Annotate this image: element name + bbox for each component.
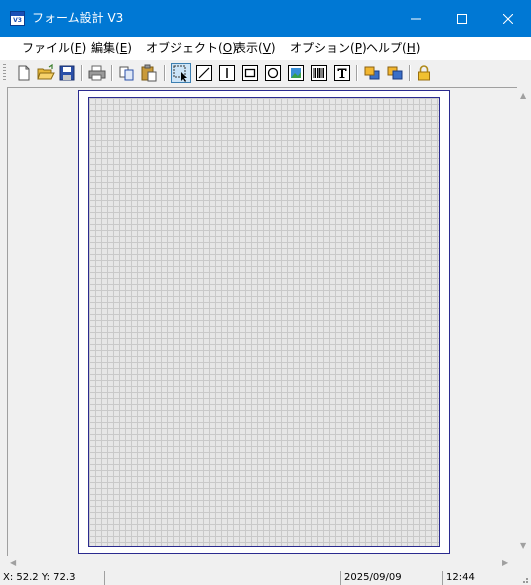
rectangle-tool-icon xyxy=(242,65,258,81)
text-tool-icon xyxy=(334,65,350,81)
print-icon xyxy=(88,65,106,81)
scroll-right-icon[interactable]: ▶ xyxy=(502,558,508,568)
line-tool-button[interactable] xyxy=(195,64,213,82)
status-date: 2025/09/09 xyxy=(340,571,440,585)
status-message-pane xyxy=(104,571,340,585)
paste-button[interactable] xyxy=(140,64,158,82)
bring-to-front-icon xyxy=(364,66,380,80)
lock-icon xyxy=(418,65,430,81)
menu-file[interactable]: ファイル(F) xyxy=(22,41,86,56)
cursor-coordinates: X: 52.2 Y: 72.3 xyxy=(3,572,76,583)
scroll-up-icon[interactable]: ▲ xyxy=(520,91,526,101)
text-tool-button[interactable] xyxy=(333,64,351,82)
toolbar-separator xyxy=(81,65,83,81)
menu-view[interactable]: 表示(V) xyxy=(234,41,276,56)
ellipse-tool-button[interactable] xyxy=(264,64,282,82)
menu-options[interactable]: オプション(P) xyxy=(290,41,367,56)
menu-help[interactable]: ヘルプ(H) xyxy=(366,41,420,56)
maximize-icon xyxy=(457,14,467,24)
form-grid[interactable] xyxy=(88,97,440,547)
scroll-down-icon[interactable]: ▼ xyxy=(520,541,526,551)
close-button[interactable] xyxy=(485,0,531,37)
toolbar-separator xyxy=(409,65,411,81)
save-button[interactable] xyxy=(58,64,76,82)
save-disk-icon xyxy=(59,65,75,81)
open-folder-icon xyxy=(37,64,55,80)
menu-object[interactable]: オブジェクト(O) xyxy=(146,41,237,56)
horizontal-scrollbar[interactable]: ◀ ▶ xyxy=(7,556,517,570)
new-file-button[interactable] xyxy=(15,64,33,82)
design-canvas-area[interactable] xyxy=(7,87,517,556)
toolbar xyxy=(0,60,531,86)
form-page[interactable] xyxy=(78,90,450,554)
toolbar-separator xyxy=(164,65,166,81)
copy-icon xyxy=(119,66,134,81)
status-bar: X: 52.2 Y: 72.3 2025/09/09 12:44 xyxy=(0,570,531,585)
app-icon-label: V3 xyxy=(13,17,22,24)
minimize-button[interactable] xyxy=(393,0,439,37)
menu-edit[interactable]: 編集(E) xyxy=(91,41,132,56)
toolbar-separator xyxy=(111,65,113,81)
minimize-icon xyxy=(411,18,421,20)
vertical-line-tool-icon xyxy=(219,65,235,81)
line-tool-icon xyxy=(196,65,212,81)
status-time: 12:44 xyxy=(442,571,512,585)
select-pointer-icon xyxy=(173,65,187,82)
print-button[interactable] xyxy=(88,64,106,82)
scroll-left-icon[interactable]: ◀ xyxy=(10,558,16,568)
title-bar[interactable]: V3 フォーム設計 V3 xyxy=(0,0,531,37)
app-icon[interactable]: V3 xyxy=(10,11,25,26)
toolbar-separator xyxy=(356,65,358,81)
select-tool-button[interactable] xyxy=(171,63,191,83)
barcode-tool-button[interactable] xyxy=(310,64,328,82)
close-icon xyxy=(503,14,513,24)
send-to-back-icon xyxy=(387,66,403,80)
window-title: フォーム設計 V3 xyxy=(32,11,124,25)
vertical-scrollbar[interactable]: ▲ ▼ xyxy=(517,87,531,556)
maximize-button[interactable] xyxy=(439,0,485,37)
ellipse-tool-icon xyxy=(265,65,281,81)
paste-icon xyxy=(141,64,157,82)
bring-to-front-button[interactable] xyxy=(363,64,381,82)
menu-bar: ファイル(F) 編集(E) オブジェクト(O) 表示(V) オプション(P) ヘ… xyxy=(0,37,531,60)
new-file-icon xyxy=(18,65,30,81)
barcode-tool-icon xyxy=(311,65,327,81)
vertical-line-tool-button[interactable] xyxy=(218,64,236,82)
rectangle-tool-button[interactable] xyxy=(241,64,259,82)
copy-button[interactable] xyxy=(118,64,136,82)
image-tool-button[interactable] xyxy=(287,64,305,82)
resize-grip-icon[interactable] xyxy=(519,574,529,584)
image-tool-icon xyxy=(288,65,304,81)
open-button[interactable] xyxy=(37,64,55,82)
send-to-back-button[interactable] xyxy=(386,64,404,82)
lock-button[interactable] xyxy=(415,64,433,82)
toolbar-grip[interactable] xyxy=(3,64,6,82)
